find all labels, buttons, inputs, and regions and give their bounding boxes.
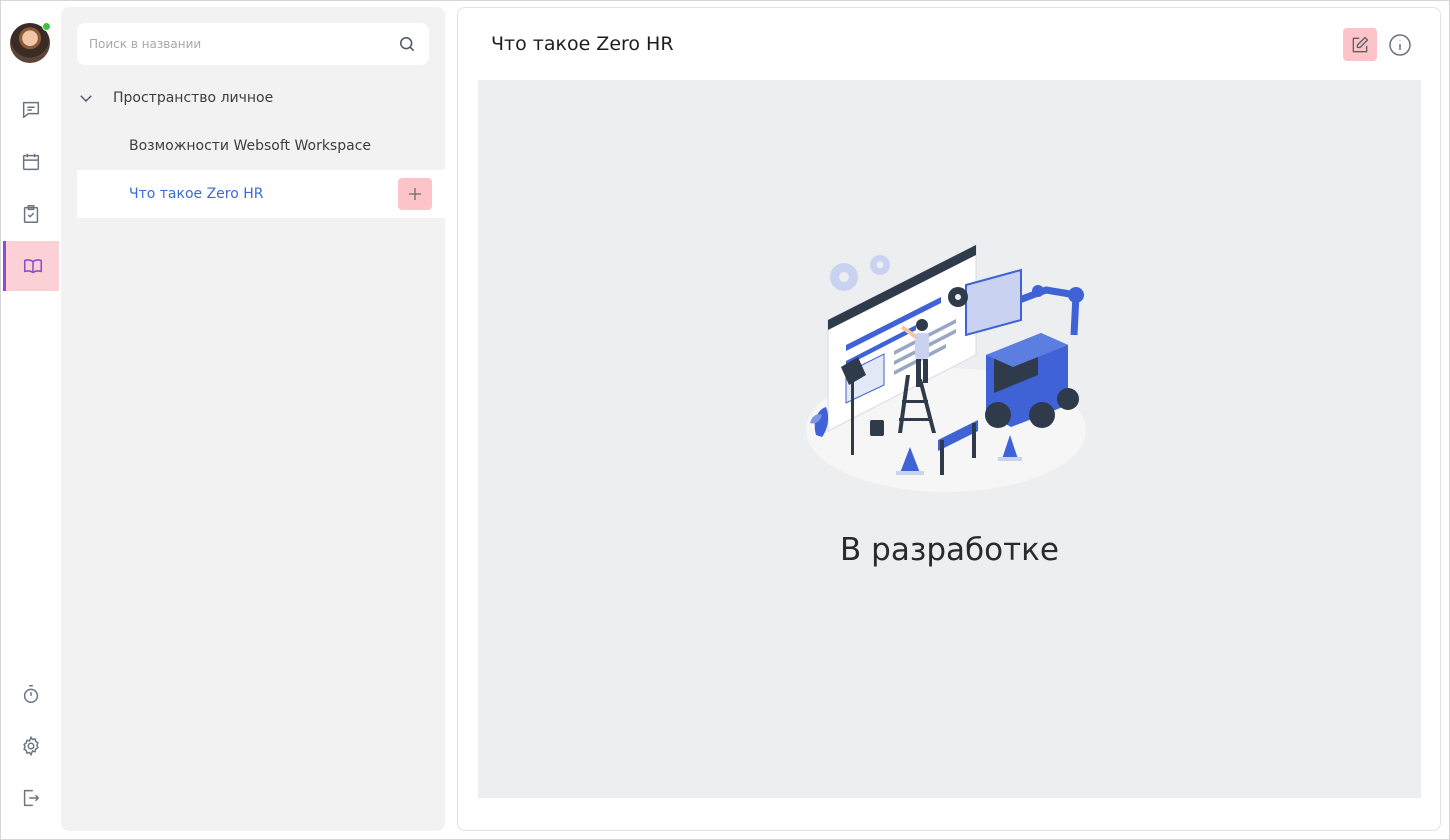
knowledge-tree-panel: Пространство личное Возможности Websoft … bbox=[61, 7, 445, 831]
logout-icon bbox=[23, 789, 40, 807]
rail-item-calendar[interactable] bbox=[3, 137, 59, 187]
calendar-icon bbox=[22, 153, 40, 171]
search-input[interactable] bbox=[89, 37, 397, 51]
chat-icon bbox=[22, 101, 40, 119]
info-icon bbox=[1389, 34, 1411, 56]
content-canvas: В разработке bbox=[478, 80, 1421, 798]
left-rail bbox=[1, 1, 59, 839]
edit-button[interactable] bbox=[1343, 28, 1377, 61]
rail-item-timer[interactable] bbox=[3, 669, 59, 719]
book-icon bbox=[23, 259, 42, 274]
tree-item-workspace-features[interactable]: Возможности Websoft Workspace bbox=[77, 122, 445, 170]
tree-root-personal-space[interactable]: Пространство личное bbox=[77, 74, 445, 122]
rail-item-knowledge-base[interactable] bbox=[3, 241, 59, 291]
online-status-dot bbox=[42, 22, 51, 31]
chevron-down-icon[interactable] bbox=[77, 89, 95, 107]
edit-icon bbox=[1352, 36, 1369, 52]
stopwatch-icon bbox=[23, 685, 39, 703]
under-construction-illustration bbox=[806, 244, 1086, 492]
add-child-page-button[interactable] bbox=[398, 178, 432, 210]
info-button[interactable] bbox=[1387, 32, 1413, 58]
rail-item-chat[interactable] bbox=[3, 85, 59, 135]
tree-item-zero-hr[interactable]: Что такое Zero HR bbox=[77, 170, 445, 218]
tree-item-label: Что такое Zero HR bbox=[129, 186, 264, 202]
main-content: Что такое Zero HR В разработке bbox=[457, 7, 1441, 831]
search-box bbox=[77, 23, 429, 65]
rail-item-tasks[interactable] bbox=[3, 189, 59, 239]
page-title: Что такое Zero HR bbox=[491, 33, 674, 55]
rail-item-settings[interactable] bbox=[3, 721, 59, 771]
gear-icon bbox=[23, 735, 39, 757]
plus-icon bbox=[409, 188, 421, 200]
rail-item-logout[interactable] bbox=[3, 773, 59, 823]
tree-root-label: Пространство личное bbox=[113, 90, 274, 106]
tree-item-label: Возможности Websoft Workspace bbox=[129, 138, 371, 154]
search-icon[interactable] bbox=[397, 34, 417, 54]
clipboard-check-icon bbox=[23, 205, 39, 223]
under-construction-text: В разработке bbox=[840, 532, 1059, 568]
